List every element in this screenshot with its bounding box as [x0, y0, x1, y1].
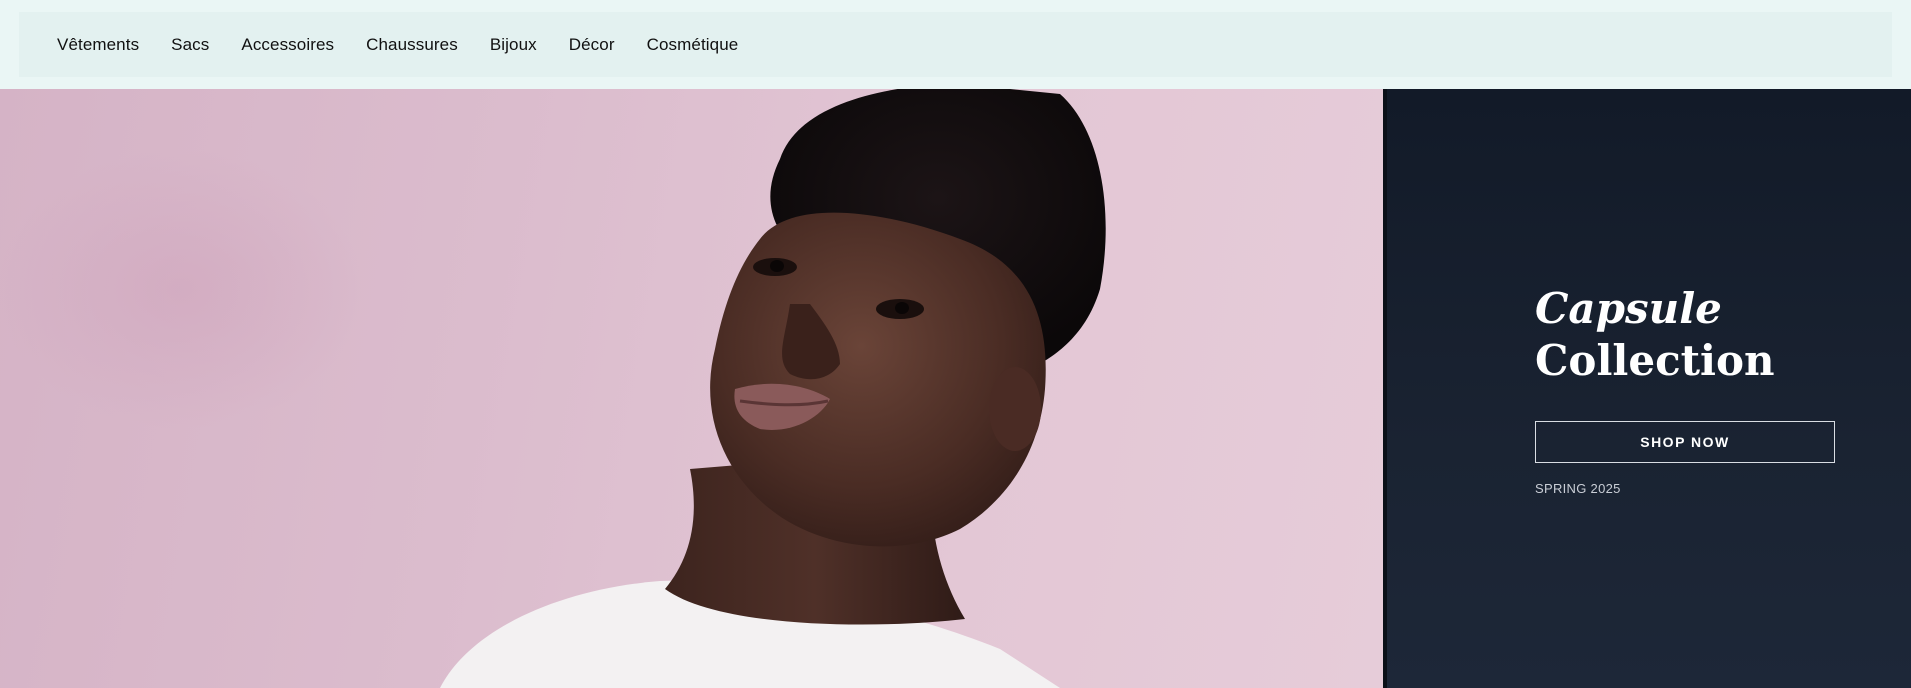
nav-item-bijoux[interactable]: Bijoux — [490, 35, 537, 55]
nav-item-sacs[interactable]: Sacs — [171, 35, 209, 55]
nav-item-accessoires[interactable]: Accessoires — [241, 35, 334, 55]
nav-item-vetements[interactable]: Vêtements — [57, 35, 139, 55]
promo-title-line2: Collection — [1535, 336, 1775, 385]
promo-title: Capsule Collection — [1535, 283, 1835, 387]
promo-content: Capsule Collection SHOP NOW SPRING 2025 — [1535, 283, 1835, 496]
season-label: SPRING 2025 — [1535, 481, 1621, 496]
nav-item-cosmetique[interactable]: Cosmétique — [647, 35, 739, 55]
shop-now-button[interactable]: SHOP NOW — [1535, 421, 1835, 463]
promo-title-line1: Capsule — [1535, 284, 1722, 333]
hero-banner: Capsule Collection SHOP NOW SPRING 2025 — [0, 89, 1911, 688]
hero-portrait-image — [0, 89, 1386, 688]
main-navigation: Vêtements Sacs Accessoires Chaussures Bi… — [19, 12, 1892, 77]
portrait-illustration — [440, 89, 1106, 688]
nav-item-decor[interactable]: Décor — [569, 35, 615, 55]
nav-item-chaussures[interactable]: Chaussures — [366, 35, 458, 55]
top-header: Vêtements Sacs Accessoires Chaussures Bi… — [0, 0, 1911, 89]
